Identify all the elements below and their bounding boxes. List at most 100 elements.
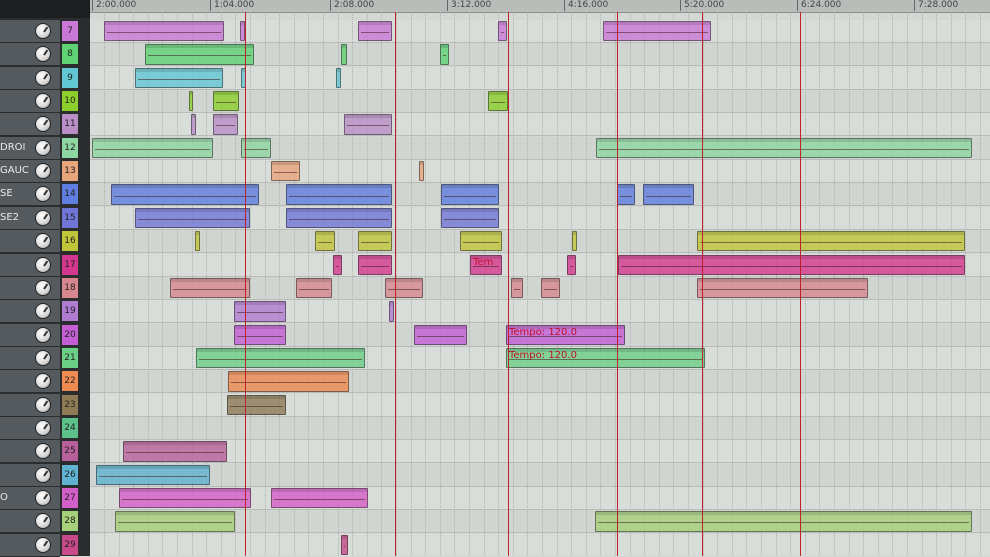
track-number[interactable]: 19 — [62, 301, 78, 322]
media-item[interactable] — [441, 207, 499, 229]
track-number[interactable]: 28 — [62, 511, 78, 532]
track-header[interactable]: 18 — [0, 276, 90, 300]
media-item[interactable] — [228, 371, 349, 392]
media-item[interactable] — [195, 231, 200, 252]
media-item[interactable] — [333, 254, 342, 275]
media-item[interactable] — [341, 534, 348, 556]
volume-knob[interactable] — [35, 23, 51, 39]
media-item[interactable] — [119, 488, 251, 509]
media-item[interactable] — [213, 114, 238, 135]
track-name[interactable] — [0, 399, 34, 413]
media-item[interactable] — [603, 21, 711, 42]
volume-knob[interactable] — [35, 490, 51, 506]
track-name[interactable] — [0, 282, 34, 296]
track-header[interactable]: 7 — [0, 20, 90, 43]
track-header[interactable]: 16 — [0, 230, 90, 254]
media-item[interactable] — [234, 324, 286, 345]
track-name[interactable] — [0, 445, 34, 459]
media-item[interactable] — [596, 137, 972, 159]
track-header[interactable]: 19 — [0, 300, 90, 324]
media-item[interactable] — [227, 394, 286, 415]
track-name[interactable] — [0, 305, 34, 319]
media-item[interactable] — [104, 21, 224, 42]
track-header[interactable]: 26 — [0, 463, 90, 487]
track-name[interactable] — [0, 235, 34, 249]
media-item[interactable] — [618, 254, 965, 275]
track-header[interactable]: 9 — [0, 66, 90, 90]
media-item[interactable] — [440, 44, 449, 65]
track-name[interactable]: GAUC — [0, 165, 34, 179]
track-number[interactable]: 17 — [62, 254, 78, 275]
media-item[interactable] — [488, 91, 508, 112]
track-number[interactable]: 15 — [62, 207, 78, 228]
track-name[interactable] — [0, 259, 34, 273]
track-name[interactable]: DROI — [0, 142, 34, 156]
track-header[interactable]: 28 — [0, 510, 90, 534]
track-number[interactable]: 11 — [62, 114, 78, 135]
media-item[interactable] — [595, 511, 972, 532]
media-item[interactable] — [196, 347, 365, 369]
track-number[interactable]: 26 — [62, 464, 78, 485]
media-item[interactable] — [389, 301, 394, 322]
media-item[interactable] — [213, 91, 239, 112]
media-item[interactable] — [191, 114, 196, 135]
volume-knob[interactable] — [35, 93, 51, 110]
volume-knob[interactable] — [35, 139, 51, 156]
track-header[interactable]: GAUC 13 — [0, 160, 90, 184]
track-number[interactable]: 20 — [62, 324, 78, 345]
track-number[interactable]: 22 — [62, 371, 78, 392]
track-name[interactable] — [0, 329, 34, 343]
marker-line[interactable] — [617, 12, 618, 556]
track-name[interactable] — [0, 515, 34, 529]
track-header[interactable]: 22 — [0, 370, 90, 394]
track-name[interactable] — [0, 422, 34, 436]
track-header[interactable]: O 27 — [0, 487, 90, 510]
arrange-view[interactable]: Tem Tempo: 120.0 Tempo: 120.0 — [90, 12, 990, 556]
media-item[interactable] — [498, 21, 507, 42]
media-item[interactable] — [189, 91, 193, 112]
media-item[interactable] — [135, 67, 223, 89]
marker-line[interactable] — [702, 12, 703, 556]
media-item[interactable] — [115, 511, 235, 532]
track-header[interactable]: 20 — [0, 323, 90, 347]
media-item[interactable]: Tempo: 120.0 — [506, 347, 705, 369]
track-number[interactable]: 8 — [62, 44, 78, 65]
media-item[interactable] — [697, 277, 868, 299]
track-number[interactable]: 18 — [62, 277, 78, 298]
media-item[interactable] — [111, 184, 259, 205]
track-lane[interactable] — [90, 160, 990, 184]
volume-knob[interactable] — [35, 349, 51, 366]
track-lane[interactable] — [90, 20, 990, 43]
marker-line[interactable] — [395, 12, 396, 556]
track-number[interactable]: 29 — [62, 534, 78, 555]
marker-line[interactable] — [508, 12, 509, 556]
track-name[interactable] — [0, 95, 34, 109]
track-header[interactable]: 25 — [0, 440, 90, 464]
volume-knob[interactable] — [35, 466, 51, 483]
media-item[interactable] — [572, 231, 577, 252]
volume-knob[interactable] — [35, 326, 51, 343]
marker-line[interactable] — [800, 12, 801, 556]
track-lane[interactable] — [90, 66, 990, 90]
media-item[interactable] — [344, 114, 392, 135]
track-header[interactable]: DROI 12 — [0, 136, 90, 160]
media-item[interactable] — [358, 254, 392, 275]
media-item[interactable] — [419, 161, 424, 182]
media-item[interactable] — [92, 137, 213, 159]
media-item[interactable] — [414, 324, 467, 345]
media-item[interactable] — [135, 207, 250, 229]
track-header[interactable]: 23 — [0, 393, 90, 417]
track-name[interactable] — [0, 375, 34, 389]
track-lane[interactable] — [90, 300, 990, 324]
track-name[interactable] — [0, 352, 34, 366]
track-header[interactable]: 11 — [0, 113, 90, 137]
track-lane[interactable] — [90, 533, 990, 556]
marker-line[interactable] — [245, 12, 246, 556]
track-number[interactable]: 23 — [62, 394, 78, 415]
media-item[interactable] — [441, 184, 499, 205]
track-header[interactable]: 10 — [0, 90, 90, 114]
media-item[interactable] — [315, 231, 335, 252]
track-header[interactable]: 24 — [0, 416, 90, 440]
track-number[interactable]: 27 — [62, 488, 78, 508]
media-item[interactable] — [234, 301, 286, 322]
